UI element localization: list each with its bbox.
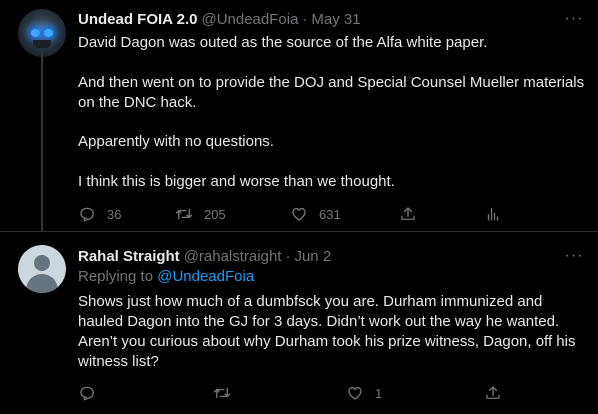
avatar[interactable]: [18, 245, 66, 293]
share-button[interactable]: [484, 383, 502, 403]
tweet-date[interactable]: May 31: [311, 11, 360, 28]
reply-count: 36: [107, 206, 122, 222]
like-count: 1: [375, 385, 383, 401]
retweet-count: 205: [204, 206, 226, 222]
retweet-button[interactable]: [213, 383, 231, 403]
separator: ·: [302, 10, 308, 28]
share-icon: [486, 386, 500, 399]
like-button[interactable]: 1: [346, 383, 382, 403]
share-button[interactable]: [399, 204, 417, 224]
tweet-actions: 1: [78, 383, 508, 403]
tweet-paragraph: Apparently with no questions.: [78, 133, 274, 150]
analytics-button[interactable]: [484, 204, 502, 224]
more-icon[interactable]: ···: [562, 11, 586, 33]
default-avatar-shoulders: [26, 274, 58, 293]
reply-button[interactable]: 36: [78, 204, 121, 224]
display-name[interactable]: Rahal Straight: [78, 248, 180, 265]
user-handle[interactable]: @rahalstraight: [184, 248, 282, 265]
replying-to: Replying to @UndeadFoia: [78, 268, 254, 285]
analytics-icon: [487, 208, 499, 221]
like-icon: [292, 207, 306, 221]
tweet-header: Undead FOIA 2.0 @UndeadFoia · May 31: [78, 9, 361, 29]
replying-to-mention[interactable]: @UndeadFoia: [157, 268, 254, 285]
replying-to-label: Replying to: [78, 268, 154, 285]
user-handle[interactable]: @UndeadFoia: [201, 11, 298, 28]
display-name[interactable]: Undead FOIA 2.0: [78, 11, 197, 28]
retweet-icon: [175, 208, 193, 220]
reply-button[interactable]: [78, 383, 96, 403]
tweet-paragraph: I think this is bigger and worse than we…: [78, 173, 395, 190]
like-icon: [348, 386, 362, 400]
more-icon[interactable]: ···: [562, 248, 586, 270]
tweet-date[interactable]: Jun 2: [294, 248, 331, 265]
separator: ·: [285, 247, 291, 265]
like-button[interactable]: 631: [290, 204, 341, 224]
retweet-button[interactable]: 205: [175, 204, 226, 224]
default-avatar-head: [34, 255, 50, 271]
avatar-eye-left: [31, 29, 40, 37]
tweet-paragraph: And then went on to provide the DOJ and …: [78, 74, 585, 111]
retweet-icon: [213, 387, 231, 399]
avatar-jaw: [33, 40, 51, 48]
reply-text: Shows just how much of a dumbfsck you ar…: [78, 293, 576, 370]
like-count: 631: [319, 206, 341, 222]
tweet-header: Rahal Straight @rahalstraight · Jun 2: [78, 246, 331, 266]
tweet-paragraph: David Dagon was outed as the source of t…: [78, 34, 488, 51]
reply-icon: [80, 207, 94, 222]
reply-icon: [80, 386, 94, 401]
thread-connector-line: [41, 52, 43, 232]
tweet-actions: 36 205 631: [78, 204, 508, 224]
avatar-eye-right: [44, 29, 53, 37]
share-icon: [401, 207, 415, 220]
avatar[interactable]: [18, 9, 66, 57]
